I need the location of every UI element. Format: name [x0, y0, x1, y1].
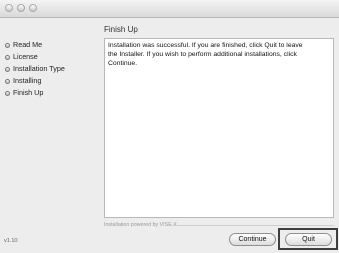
zoom-window-button[interactable]	[29, 4, 37, 12]
message-panel: Installation was successful. If you are …	[104, 38, 334, 218]
close-window-button[interactable]	[5, 4, 13, 12]
step-license: License	[5, 51, 38, 62]
step-finish-up: Finish Up	[5, 87, 43, 98]
powered-by-label: Installation powered by VISE X	[104, 222, 177, 228]
step-label: Installation Type	[13, 64, 65, 73]
installer-window: Read Me License Installation Type Instal…	[0, 0, 339, 253]
step-label: Finish Up	[13, 88, 44, 97]
step-bullet-icon	[5, 78, 10, 84]
step-label: Installing	[13, 76, 42, 85]
step-label: Read Me	[13, 40, 43, 49]
step-bullet-icon	[5, 90, 10, 96]
step-read-me: Read Me	[5, 39, 42, 50]
footer-divider	[172, 225, 334, 226]
page-title: Finish Up	[104, 25, 138, 34]
minimize-window-button[interactable]	[17, 4, 25, 12]
continue-button[interactable]: Continue	[229, 233, 276, 246]
message-line: Continue.	[108, 60, 138, 67]
quit-button[interactable]: Quit	[285, 233, 332, 246]
title-bar	[0, 0, 339, 18]
message-line: Installation was successful. If you are …	[108, 42, 303, 49]
step-bullet-icon	[5, 42, 10, 48]
step-label: License	[13, 52, 38, 61]
steps-sidebar: Read Me License Installation Type Instal…	[0, 18, 96, 253]
step-bullet-icon	[5, 66, 10, 72]
step-installing: Installing	[5, 75, 41, 86]
version-label: v1.10	[4, 238, 18, 244]
message-line: the Installer. If you wish to perform ad…	[108, 51, 297, 58]
step-bullet-icon	[5, 54, 10, 60]
step-installation-type: Installation Type	[5, 63, 65, 74]
